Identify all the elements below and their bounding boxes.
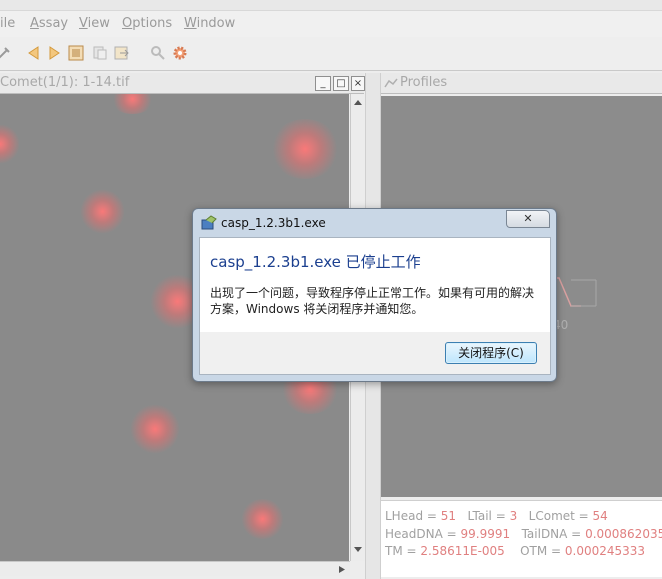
dialog-footer: 关闭程序(C)	[199, 332, 551, 375]
image-window-title: Comet(1/1): 1-14.tif	[0, 75, 130, 90]
close-program-button[interactable]: 关闭程序(C)	[445, 342, 537, 364]
close-window-button[interactable]: ×	[351, 76, 365, 91]
profiles-icon	[384, 78, 398, 88]
menu-view[interactable]: View	[79, 16, 110, 31]
menu-bar: ile Assay View Options Window	[0, 0, 662, 37]
menu-options[interactable]: Options	[122, 16, 172, 31]
profiles-title: Profiles	[400, 75, 448, 90]
export-icon[interactable]	[114, 45, 130, 61]
scroll-up-icon[interactable]	[353, 98, 363, 106]
copy-icon[interactable]	[92, 45, 108, 61]
error-dialog: casp_1.2.3b1.exe ✕ casp_1.2.3b1.exe 已停止工…	[192, 208, 557, 382]
dialog-heading: casp_1.2.3b1.exe 已停止工作	[210, 253, 421, 271]
comet-spot	[270, 119, 340, 179]
dialog-body: casp_1.2.3b1.exe 已停止工作 出现了一个问题，导致程序停止正常工…	[199, 237, 551, 333]
stats-row-dna: HeadDNA = 99.9991 TailDNA = 0.000862035	[385, 527, 662, 541]
toolbar	[0, 37, 662, 71]
maximize-button[interactable]: □	[333, 76, 349, 91]
comet-spot	[130, 404, 180, 454]
measurement-stats: LHead = 51 LTail = 3 LComet = 54 HeadDNA…	[381, 500, 662, 577]
comet-spot	[0, 124, 20, 164]
comet-spot	[110, 94, 155, 114]
scroll-down-icon[interactable]	[353, 546, 363, 554]
settings-gear-icon[interactable]	[172, 45, 188, 61]
menu-file[interactable]: ile	[0, 16, 15, 31]
image-window-titlebar: Comet(1/1): 1-14.tif _ □ ×	[0, 73, 365, 94]
stats-row-lengths: LHead = 51 LTail = 3 LComet = 54	[385, 509, 608, 523]
dialog-message: 出现了一个问题，导致程序停止正常工作。如果有可用的解决方案，Windows 将关…	[210, 286, 535, 316]
menu-window[interactable]: Window	[184, 16, 235, 31]
menu-assay[interactable]: Assay	[30, 16, 68, 31]
dialog-title: casp_1.2.3b1.exe	[221, 216, 326, 230]
comet-spot	[80, 189, 125, 234]
tools-icon[interactable]	[150, 45, 166, 61]
profiles-titlebar: Profiles	[381, 73, 662, 94]
dialog-close-button[interactable]: ✕	[506, 210, 550, 228]
tool-icon[interactable]	[0, 45, 12, 61]
image-icon[interactable]	[68, 45, 84, 61]
title-bar-strip	[0, 0, 662, 11]
comet-spot	[240, 499, 285, 539]
stats-row-moments: TM = 2.58611E-005 OTM = 0.000245333	[385, 544, 646, 558]
app-icon	[201, 215, 217, 230]
arrow-right-icon[interactable]	[46, 45, 62, 61]
scroll-right-icon[interactable]	[338, 565, 346, 574]
minimize-button[interactable]: _	[315, 76, 331, 91]
horizontal-scrollbar[interactable]	[0, 561, 350, 576]
arrow-left-icon[interactable]	[26, 45, 42, 61]
